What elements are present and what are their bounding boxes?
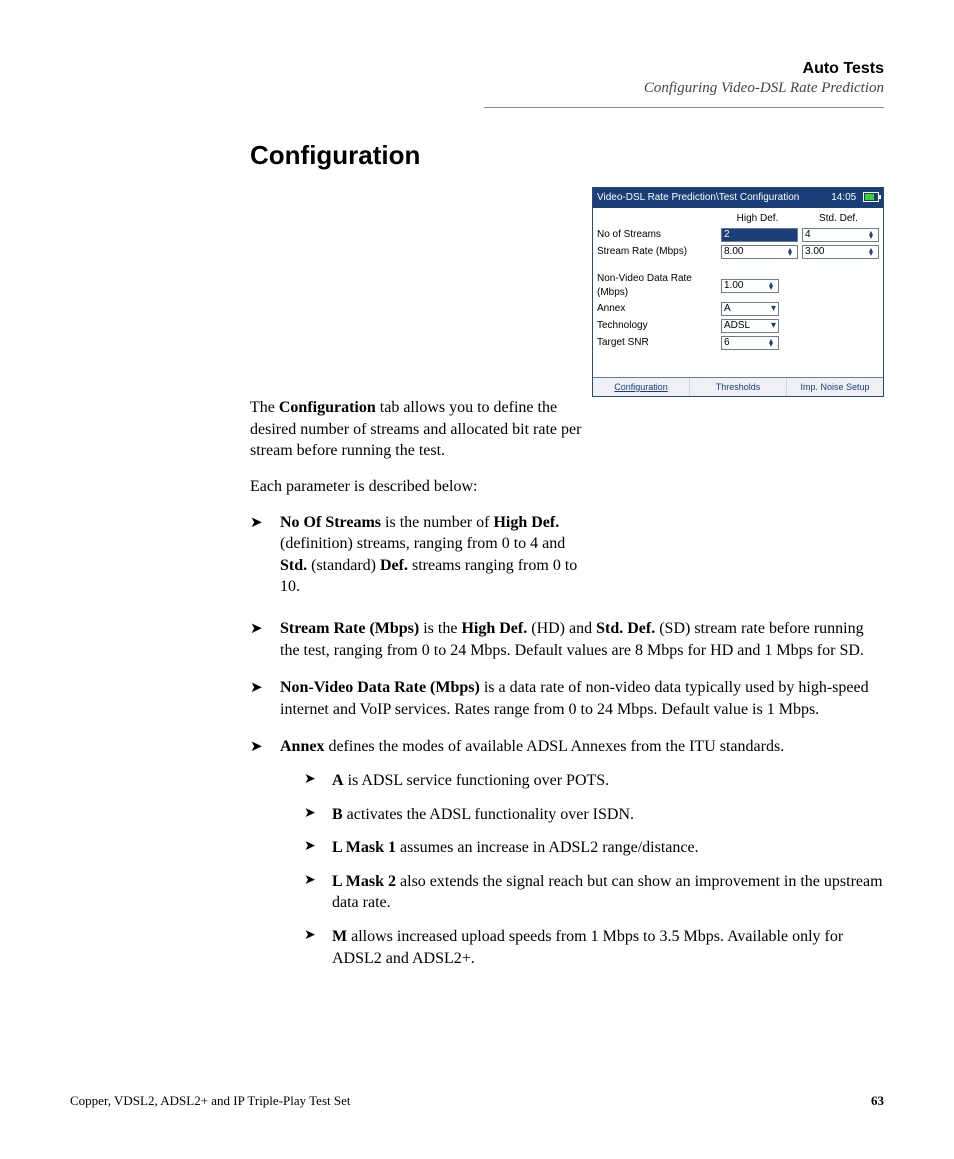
screenshot-title: Video-DSL Rate Prediction\Test Configura…: [597, 191, 799, 205]
config-screenshot: Video-DSL Rate Prediction\Test Configura…: [592, 187, 884, 397]
annex-dropdown[interactable]: A▾: [721, 302, 779, 316]
bullet-annex-b: B activates the ADSL functionality over …: [304, 804, 884, 826]
bullet-annex: Annex defines the modes of available ADS…: [250, 736, 884, 969]
chevron-down-icon: ▾: [771, 319, 776, 333]
intro-paragraph-1: The Configuration tab allows you to defi…: [250, 397, 590, 462]
bullet-annex-lmask2: L Mask 2 also extends the signal reach b…: [304, 871, 884, 914]
target-snr-input[interactable]: 6▴▾: [721, 336, 779, 350]
page-header: Auto Tests Configuring Video-DSL Rate Pr…: [70, 60, 884, 97]
page-footer: Copper, VDSL2, ADSL2+ and IP Triple-Play…: [70, 1093, 884, 1109]
header-divider: [484, 107, 884, 108]
bullet-annex-m: M allows increased upload speeds from 1 …: [304, 926, 884, 969]
col-stddef: Std. Def.: [798, 212, 879, 226]
col-highdef: High Def.: [717, 212, 798, 226]
spinner-icon: ▴▾: [866, 231, 876, 239]
page-number: 63: [871, 1093, 884, 1109]
no-of-streams-hd-input[interactable]: 2▴▾: [721, 228, 798, 242]
spinner-icon: ▴▾: [766, 339, 776, 347]
bullet-annex-lmask1: L Mask 1 assumes an increase in ADSL2 ra…: [304, 837, 884, 859]
bullet-annex-a: A is ADSL service functioning over POTS.: [304, 770, 884, 792]
tab-configuration[interactable]: Configuration: [593, 378, 690, 396]
technology-label: Technology: [597, 319, 717, 333]
no-of-streams-sd-input[interactable]: 4▴▾: [802, 228, 879, 242]
intro-paragraph-2: Each parameter is described below:: [250, 476, 590, 498]
screenshot-titlebar: Video-DSL Rate Prediction\Test Configura…: [593, 188, 883, 208]
target-snr-label: Target SNR: [597, 336, 717, 350]
bullet-non-video-rate: Non-Video Data Rate (Mbps) is a data rat…: [250, 677, 884, 720]
non-video-rate-label: Non-Video Data Rate (Mbps): [597, 272, 717, 299]
tab-imp-noise-setup[interactable]: Imp. Noise Setup: [787, 378, 883, 396]
footer-product-name: Copper, VDSL2, ADSL2+ and IP Triple-Play…: [70, 1093, 350, 1109]
stream-rate-label: Stream Rate (Mbps): [597, 245, 717, 259]
spinner-icon: ▴▾: [785, 231, 795, 239]
chapter-title: Auto Tests: [250, 60, 884, 78]
battery-icon: [863, 192, 879, 202]
bullet-stream-rate: Stream Rate (Mbps) is the High Def. (HD)…: [250, 618, 884, 661]
no-of-streams-label: No of Streams: [597, 228, 717, 242]
technology-dropdown[interactable]: ADSL▾: [721, 319, 779, 333]
stream-rate-sd-input[interactable]: 3.00▴▾: [802, 245, 879, 259]
chapter-subtitle: Configuring Video-DSL Rate Prediction: [250, 80, 884, 97]
screenshot-time: 14:05: [831, 192, 856, 203]
spinner-icon: ▴▾: [866, 248, 876, 256]
annex-label: Annex: [597, 302, 717, 316]
tab-thresholds[interactable]: Thresholds: [690, 378, 787, 396]
stream-rate-hd-input[interactable]: 8.00▴▾: [721, 245, 798, 259]
content-area: Configuration Video-DSL Rate Prediction\…: [250, 138, 884, 969]
bullet-no-of-streams: No Of Streams is the number of High Def.…: [250, 512, 590, 598]
spinner-icon: ▴▾: [766, 282, 776, 290]
non-video-rate-input[interactable]: 1.00▴▾: [721, 279, 779, 293]
spinner-icon: ▴▾: [785, 248, 795, 256]
chevron-down-icon: ▾: [771, 302, 776, 316]
section-heading: Configuration: [250, 138, 884, 173]
